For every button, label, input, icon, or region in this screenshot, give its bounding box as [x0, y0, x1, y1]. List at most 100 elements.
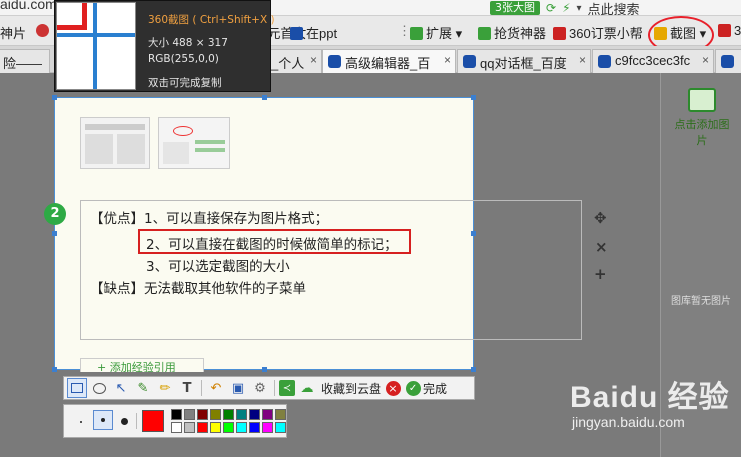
step-number-badge: 2 — [44, 203, 66, 225]
close-icon[interactable]: × — [579, 53, 586, 67]
image-plus-icon — [688, 88, 716, 112]
arrow-tool-icon[interactable]: ↖ — [111, 378, 131, 398]
tab[interactable]: c9fcc3cec3fc × — [592, 49, 714, 73]
empty-library-text: 图库暂无图片 — [671, 296, 731, 307]
color-swatch[interactable] — [210, 422, 221, 433]
tab[interactable]: qq对话框_百度 × — [457, 49, 591, 73]
save-cloud-button[interactable]: 收藏到云盘 — [321, 380, 381, 397]
bookmark-item[interactable]: 神片 — [0, 23, 26, 42]
bookmark-label: 扩展 — [426, 26, 453, 41]
resize-handle[interactable] — [471, 367, 476, 372]
search-shortcut[interactable]: 点此搜索 — [588, 0, 640, 18]
bookmark-item[interactable]: 36 — [718, 23, 741, 38]
close-icon[interactable]: × — [310, 53, 317, 67]
ellipse-tool-icon[interactable] — [89, 378, 109, 398]
highlighter-tool-icon[interactable]: ✏ — [155, 378, 175, 398]
editor-line[interactable]: 3、可以选定截图的大小 — [146, 255, 290, 275]
tooltip-hint: 双击可完成复制 — [148, 77, 222, 89]
tab-active[interactable]: 高级编辑器_百 × — [322, 49, 456, 73]
bookmark-item[interactable]: 抢货神器 — [478, 23, 546, 42]
tab[interactable] — [715, 49, 741, 73]
capture-toolbar: ↖ ✎ ✏ T ↶ ▣ ⚙ ≺ ☁ 收藏到云盘 × ✓ 完成 — [63, 376, 475, 400]
baidu-watermark: Baidu 经验 jingyan.baidu.com — [570, 372, 730, 430]
bookmark-label: 在ppt — [306, 26, 338, 41]
paw-icon — [463, 55, 476, 68]
done-button[interactable]: 完成 — [423, 380, 447, 397]
image-thumbnail[interactable] — [80, 117, 150, 169]
tab-label: c9fcc3cec3fc — [615, 53, 691, 68]
rectangle-tool-icon[interactable] — [67, 378, 87, 398]
cart-icon — [478, 27, 491, 40]
divider — [136, 413, 137, 429]
color-swatch[interactable] — [249, 422, 260, 433]
magnifier-preview — [56, 2, 136, 90]
color-swatch[interactable] — [275, 422, 286, 433]
brush-tool-icon[interactable]: ✎ — [133, 378, 153, 398]
text-tool-icon[interactable]: T — [177, 378, 197, 398]
bookmark-icon — [718, 24, 731, 37]
extensions-icon — [410, 27, 423, 40]
image-thumbnail[interactable] — [158, 117, 230, 169]
color-swatch[interactable] — [210, 409, 221, 420]
current-color-swatch[interactable] — [142, 410, 164, 432]
resize-handle[interactable] — [52, 95, 57, 100]
color-swatch[interactable] — [197, 409, 208, 420]
resize-handle[interactable] — [52, 231, 57, 236]
color-swatch[interactable] — [184, 422, 195, 433]
color-swatch[interactable] — [171, 422, 182, 433]
add-image-label: 点击添加图片 — [674, 118, 730, 147]
paw-icon — [721, 55, 734, 68]
add-image-button[interactable]: 点击添加图片 — [672, 88, 732, 148]
chevron-down-icon[interactable]: ▾ — [577, 3, 582, 14]
cloud-icon[interactable]: ☁ — [297, 378, 317, 398]
bookmark-icon — [36, 24, 49, 37]
settings-icon[interactable]: ⚙ — [250, 378, 270, 398]
close-icon[interactable]: × — [595, 238, 608, 256]
resize-handle[interactable] — [52, 367, 57, 372]
color-swatch[interactable] — [184, 409, 195, 420]
divider — [201, 380, 202, 396]
refresh-icon[interactable]: ⟳ — [546, 1, 556, 15]
paw-icon — [598, 55, 611, 68]
color-swatch[interactable] — [262, 422, 273, 433]
color-swatch[interactable] — [275, 409, 286, 420]
tab-label: 险—— — [3, 56, 43, 71]
editor-line[interactable]: 【缺点】无法截取其他软件的子菜单 — [90, 277, 306, 297]
bookmark-item[interactable]: 扩展 ▾ — [410, 23, 462, 42]
resize-handle[interactable] — [471, 95, 476, 100]
color-swatch[interactable] — [171, 409, 182, 420]
tab[interactable]: 险—— — [0, 49, 50, 73]
bookmark-item[interactable] — [36, 23, 52, 38]
close-icon[interactable]: × — [702, 53, 709, 67]
editor-line[interactable]: 【优点】1、可以直接保存为图片格式； — [90, 207, 328, 227]
resize-handle[interactable] — [262, 367, 267, 372]
bookmark-item[interactable]: 360订票小帮 — [553, 23, 643, 42]
color-swatch[interactable] — [262, 409, 273, 420]
color-swatch[interactable] — [236, 409, 247, 420]
close-icon[interactable]: × — [444, 53, 451, 67]
check-icon[interactable]: ✓ — [405, 378, 421, 398]
pen-size-medium-selected[interactable] — [93, 410, 113, 430]
move-icon[interactable]: ✥ — [594, 209, 607, 227]
pen-size-small[interactable] — [80, 421, 82, 423]
pen-size-large[interactable] — [121, 418, 128, 425]
watermark-url: jingyan.baidu.com — [572, 414, 685, 430]
tooltip-title: 360截图 ( Ctrl+Shift+X ) — [148, 14, 275, 26]
share-icon[interactable]: ≺ — [279, 380, 295, 396]
color-swatch[interactable] — [197, 422, 208, 433]
color-swatch[interactable] — [236, 422, 247, 433]
watermark-logo: Baidu 经验 — [570, 381, 730, 414]
color-swatch[interactable] — [249, 409, 260, 420]
lightning-icon[interactable]: ⚡ — [562, 1, 570, 15]
add-icon[interactable]: + — [594, 265, 607, 283]
color-swatch[interactable] — [223, 422, 234, 433]
paw-icon — [290, 27, 303, 40]
cancel-icon[interactable]: × — [383, 378, 403, 398]
download-badge[interactable]: 3张大图 — [490, 1, 540, 15]
undo-icon[interactable]: ↶ — [206, 378, 226, 398]
save-icon[interactable]: ▣ — [228, 378, 248, 398]
add-reference-button[interactable]: + 添加经验引用 — [80, 358, 204, 372]
color-swatch[interactable] — [223, 409, 234, 420]
resize-handle[interactable] — [262, 95, 267, 100]
bookmark-item[interactable]: 在ppt — [290, 23, 337, 42]
